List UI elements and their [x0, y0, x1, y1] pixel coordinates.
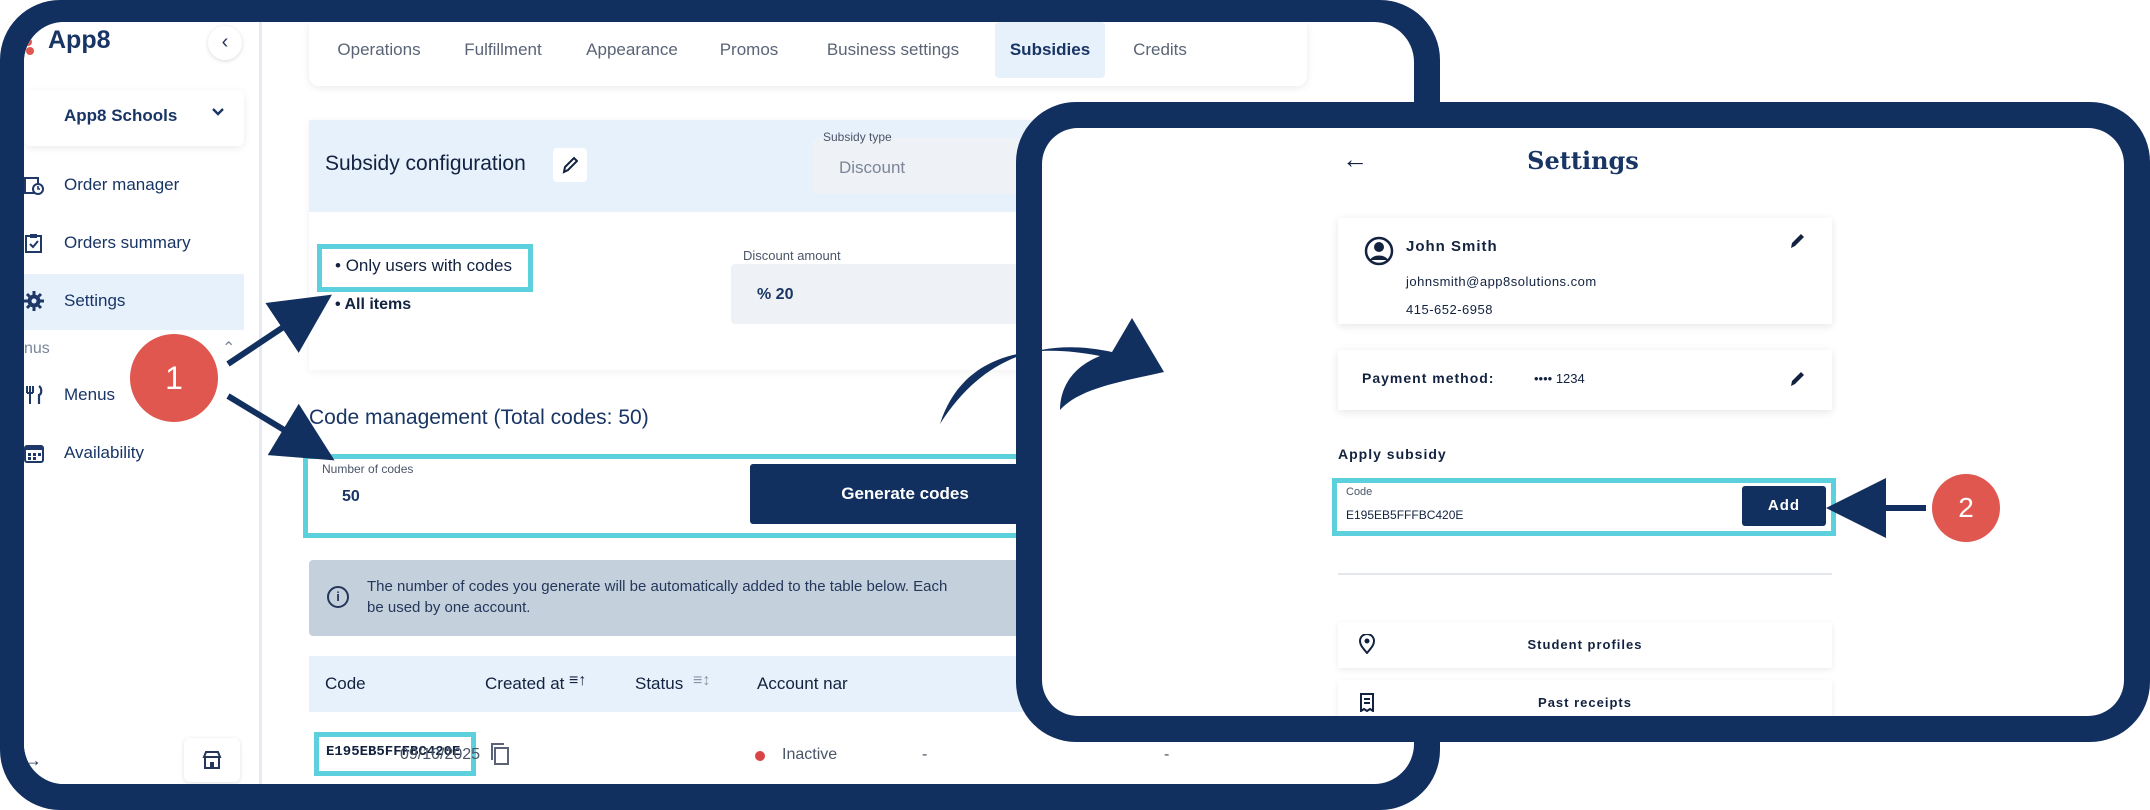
arrow-to-users-rule — [226, 294, 332, 367]
curved-arrow-to-settings — [940, 318, 1164, 424]
annotation-arrows — [226, 294, 1926, 538]
step-badge-1: 1 — [130, 334, 218, 422]
step-badge-2: 2 — [1932, 474, 2000, 542]
arrow-to-generate-codes — [226, 393, 335, 461]
